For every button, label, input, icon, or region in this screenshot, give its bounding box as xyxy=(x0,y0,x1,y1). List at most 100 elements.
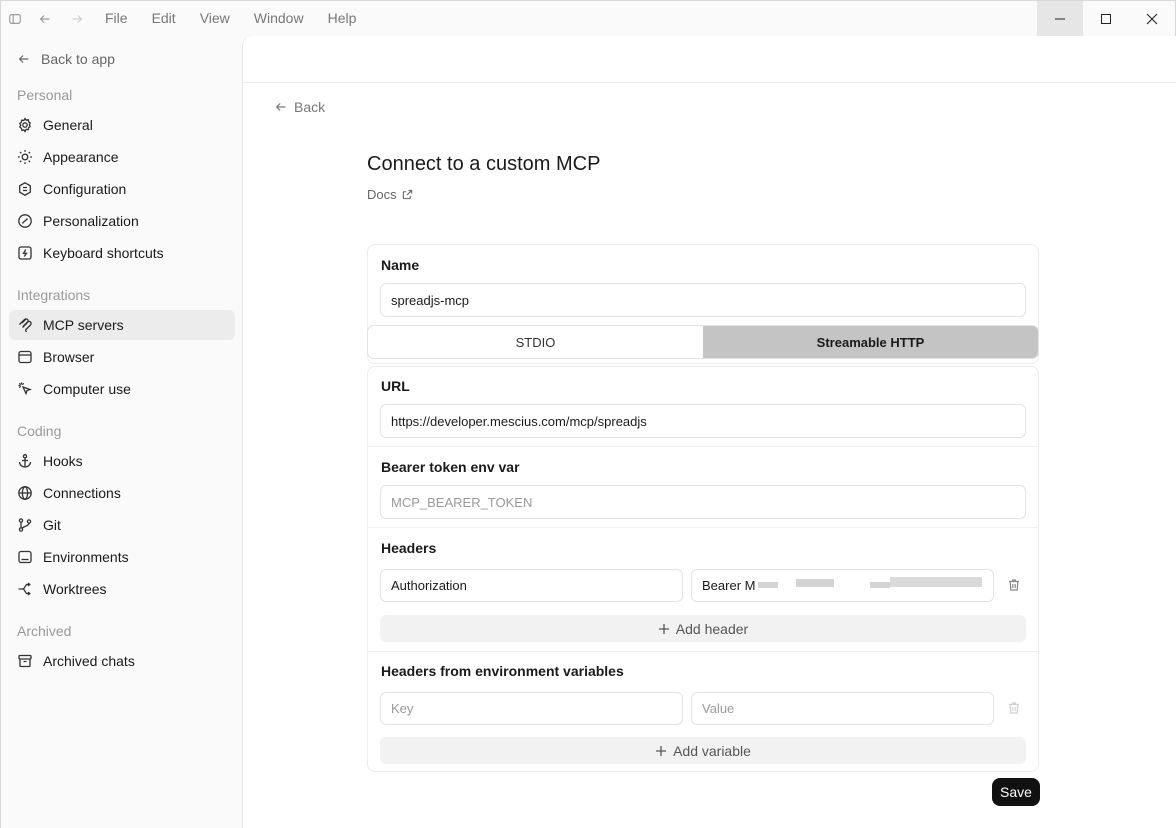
menu-window[interactable]: Window xyxy=(242,1,316,36)
url-label: URL xyxy=(381,378,410,394)
redacted-mask xyxy=(796,579,834,587)
mcp-icon xyxy=(19,318,32,333)
browser-window-icon xyxy=(18,350,32,364)
external-link-icon xyxy=(402,189,412,200)
section-divider xyxy=(368,651,1038,652)
sidebar-item-label: Personalization xyxy=(43,213,139,229)
env-value-input[interactable]: Value xyxy=(691,692,994,725)
sidebar-item-label: Keyboard shortcuts xyxy=(43,245,164,261)
sidebar-item-label: Hooks xyxy=(43,453,83,469)
sidebar-item-connections[interactable]: Connections xyxy=(9,478,235,508)
bearer-token-label: Bearer token env var xyxy=(381,459,520,475)
sidebar-item-label: Computer use xyxy=(43,381,131,397)
sidebar-item-keyboard-shortcuts[interactable]: Keyboard shortcuts xyxy=(9,238,235,268)
add-header-button[interactable]: Add header xyxy=(380,615,1026,642)
archive-box-icon xyxy=(18,654,32,668)
section-personal: Personal xyxy=(17,87,73,103)
page-title: Connect to a custom MCP xyxy=(367,153,601,175)
worktree-icon xyxy=(18,582,31,596)
nav-back-arrow-icon[interactable] xyxy=(29,1,61,36)
section-divider xyxy=(368,527,1038,528)
settings-sidebar: Back to app Personal General Appearance … xyxy=(1,36,242,828)
sidebar-item-label: Browser xyxy=(43,349,95,365)
env-key-input[interactable]: Key xyxy=(380,692,683,725)
menu-edit[interactable]: Edit xyxy=(140,1,188,36)
sun-icon xyxy=(18,150,32,164)
sidebar-item-configuration[interactable]: Configuration xyxy=(9,174,235,204)
sidebar-item-hooks[interactable]: Hooks xyxy=(9,446,235,476)
sidebar-item-label: Git xyxy=(43,517,61,533)
http-config-card: URL https://developer.mescius.com/mcp/sp… xyxy=(367,366,1039,772)
window-controls xyxy=(1037,1,1175,36)
sidebar-item-label: Configuration xyxy=(43,181,127,197)
header-key-input[interactable]: Authorization xyxy=(380,569,683,602)
sidebar-item-archived-chats[interactable]: Archived chats xyxy=(9,646,235,676)
sidebar-item-personalization[interactable]: Personalization xyxy=(9,206,235,236)
sliders-icon xyxy=(19,182,31,196)
sidebar-item-label: Appearance xyxy=(43,149,119,165)
bearer-token-input[interactable]: MCP_BEARER_TOKEN xyxy=(380,485,1026,519)
headers-label: Headers xyxy=(381,540,437,556)
sidebar-item-git[interactable]: Git xyxy=(9,510,235,540)
personalize-icon xyxy=(18,214,32,228)
globe-icon xyxy=(18,486,32,500)
sidebar-item-appearance[interactable]: Appearance xyxy=(9,142,235,172)
cursor-click-icon xyxy=(18,382,32,396)
sidebar-item-environments[interactable]: Environments xyxy=(9,542,235,572)
section-integrations: Integrations xyxy=(17,287,91,303)
env-headers-label: Headers from environment variables xyxy=(381,663,624,679)
title-bar: File Edit View Window Help xyxy=(1,1,1175,36)
tab-stdio[interactable]: STDIO xyxy=(368,326,703,358)
sidebar-item-computer-use[interactable]: Computer use xyxy=(9,374,235,404)
sidebar-item-general[interactable]: General xyxy=(9,110,235,140)
sidebar-item-worktrees[interactable]: Worktrees xyxy=(9,574,235,604)
sidebar-item-label: Connections xyxy=(43,485,121,501)
name-input[interactable]: spreadjs-mcp xyxy=(380,283,1026,317)
back-label: Back xyxy=(294,99,326,115)
add-header-label: Add header xyxy=(675,620,749,637)
menu-view[interactable]: View xyxy=(188,1,242,36)
monitor-icon xyxy=(18,550,32,564)
name-label: Name xyxy=(381,257,420,273)
close-button[interactable] xyxy=(1129,1,1175,36)
header-divider xyxy=(243,82,1176,83)
sidebar-item-label: Worktrees xyxy=(43,581,107,597)
menu-file[interactable]: File xyxy=(93,1,140,36)
redacted-mask xyxy=(758,582,778,588)
add-variable-label: Add variable xyxy=(673,742,751,759)
docs-link[interactable]: Docs xyxy=(367,187,413,202)
url-input[interactable]: https://developer.mescius.com/mcp/spread… xyxy=(380,404,1026,438)
add-variable-button[interactable]: Add variable xyxy=(380,737,1026,764)
sidebar-item-mcp-servers[interactable]: MCP servers xyxy=(9,310,235,340)
section-divider xyxy=(368,446,1038,447)
nav-forward-arrow-icon[interactable] xyxy=(61,1,93,36)
back-to-app-link[interactable]: Back to app xyxy=(17,51,115,67)
gear-icon xyxy=(18,117,32,133)
section-archived: Archived xyxy=(17,623,72,639)
docs-label: Docs xyxy=(367,187,397,202)
tab-streamable-http[interactable]: Streamable HTTP xyxy=(703,326,1038,358)
sidebar-item-label: General xyxy=(43,117,93,133)
section-coding: Coding xyxy=(17,423,62,439)
trash-icon[interactable] xyxy=(1007,578,1021,592)
anchor-icon xyxy=(18,454,32,468)
redacted-mask xyxy=(890,577,982,587)
arrow-left-icon xyxy=(275,103,286,111)
sidebar-toggle-icon[interactable] xyxy=(1,1,29,36)
save-button[interactable]: Save xyxy=(992,778,1040,806)
redacted-mask xyxy=(870,582,890,588)
menu-help[interactable]: Help xyxy=(316,1,369,36)
sidebar-item-label: MCP servers xyxy=(43,317,124,333)
trash-icon xyxy=(1009,702,1019,714)
minimize-button[interactable] xyxy=(1037,1,1083,36)
sidebar-item-label: Archived chats xyxy=(43,653,135,669)
settings-main-panel: Back Connect to a custom MCP Docs Name s… xyxy=(242,36,1176,828)
arrow-left-icon xyxy=(18,55,29,63)
maximize-button[interactable] xyxy=(1083,1,1129,36)
back-link[interactable]: Back xyxy=(274,99,325,115)
git-branch-icon xyxy=(18,518,32,532)
transport-segmented-control: STDIO Streamable HTTP xyxy=(367,325,1039,359)
keyboard-shortcut-icon xyxy=(18,246,32,260)
plus-icon xyxy=(656,745,667,756)
sidebar-item-browser[interactable]: Browser xyxy=(9,342,235,372)
